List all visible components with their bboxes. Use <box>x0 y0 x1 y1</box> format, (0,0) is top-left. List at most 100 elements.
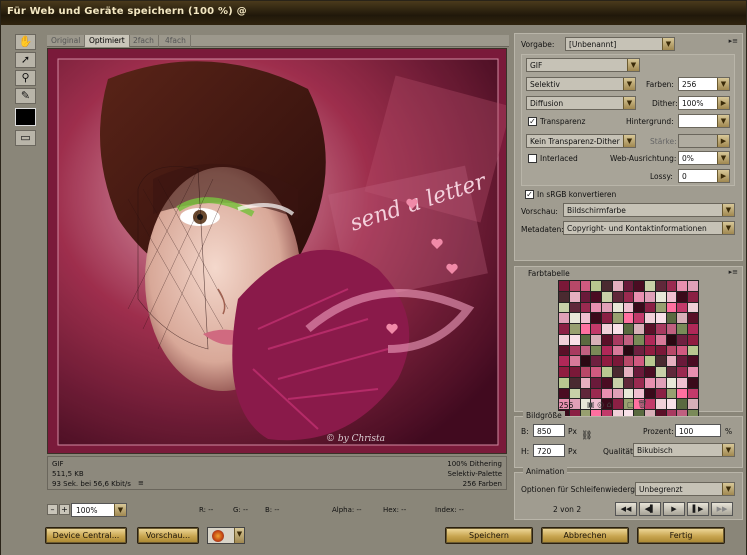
color-swatch[interactable] <box>591 345 602 356</box>
color-swatch[interactable] <box>580 356 591 367</box>
color-swatch[interactable] <box>655 399 666 410</box>
loop-select[interactable]: Unbegrenzt ▼ <box>635 482 735 496</box>
last-frame-icon[interactable]: ▶▶ <box>711 502 733 516</box>
color-swatch[interactable] <box>612 388 623 399</box>
color-swatch[interactable] <box>612 377 623 388</box>
color-swatch[interactable] <box>623 281 634 291</box>
color-swatch[interactable] <box>677 367 688 377</box>
color-swatch[interactable] <box>591 334 602 345</box>
color-swatch[interactable] <box>602 324 612 334</box>
color-swatch[interactable] <box>645 313 655 324</box>
color-swatch[interactable] <box>602 345 612 356</box>
color-swatch[interactable] <box>612 281 623 291</box>
percent-field[interactable]: 100 <box>675 424 721 437</box>
color-swatch[interactable] <box>623 302 634 313</box>
color-swatch[interactable] <box>677 302 688 313</box>
color-swatch[interactable] <box>655 313 666 324</box>
color-swatch[interactable] <box>612 334 623 345</box>
color-swatch[interactable] <box>559 388 569 399</box>
color-swatch[interactable] <box>666 377 677 388</box>
color-swatch[interactable] <box>688 334 698 345</box>
color-swatch[interactable] <box>688 356 698 367</box>
color-swatch[interactable] <box>559 367 569 377</box>
color-swatch[interactable] <box>623 291 634 302</box>
color-swatch[interactable] <box>666 302 677 313</box>
color-swatch[interactable] <box>655 367 666 377</box>
zoom-tool-icon[interactable]: ⚲ <box>15 70 36 86</box>
color-swatch[interactable] <box>688 367 698 377</box>
link-proportions-icon[interactable]: ⛓ <box>581 431 592 441</box>
color-swatch[interactable] <box>688 313 698 324</box>
color-swatch[interactable] <box>569 281 580 291</box>
color-swatch[interactable] <box>602 313 612 324</box>
color-swatch[interactable] <box>634 334 645 345</box>
color-swatch[interactable] <box>612 324 623 334</box>
color-swatch[interactable] <box>580 345 591 356</box>
color-swatch[interactable] <box>623 377 634 388</box>
play-icon[interactable]: ▶ <box>663 502 685 516</box>
matte-select[interactable]: ▼ <box>678 114 730 128</box>
color-swatch[interactable] <box>591 377 602 388</box>
color-swatch[interactable] <box>559 302 569 313</box>
color-table-menu-icon[interactable]: ▸≡ <box>729 268 738 276</box>
color-swatch[interactable] <box>677 313 688 324</box>
quality-select[interactable]: Bikubisch ▼ <box>633 443 735 457</box>
color-swatch[interactable] <box>602 367 612 377</box>
color-swatch[interactable] <box>645 345 655 356</box>
color-swatch[interactable] <box>634 291 645 302</box>
color-swatch[interactable] <box>666 324 677 334</box>
optimize-menu-icon[interactable]: ▸≡ <box>729 37 738 45</box>
interlaced-checkbox[interactable] <box>528 154 537 163</box>
color-swatch[interactable] <box>645 356 655 367</box>
color-swatch[interactable] <box>559 345 569 356</box>
color-swatch[interactable] <box>655 334 666 345</box>
color-swatch[interactable] <box>569 324 580 334</box>
color-swatch[interactable] <box>655 345 666 356</box>
color-swatch[interactable] <box>559 334 569 345</box>
color-swatch[interactable] <box>623 388 634 399</box>
color-swatch[interactable] <box>677 399 688 410</box>
color-swatch[interactable] <box>634 345 645 356</box>
color-swatch[interactable] <box>688 388 698 399</box>
color-swatch[interactable] <box>623 324 634 334</box>
width-field[interactable]: 850 <box>533 424 565 437</box>
color-swatch[interactable] <box>612 302 623 313</box>
color-swatch[interactable] <box>677 334 688 345</box>
color-swatch[interactable] <box>634 313 645 324</box>
color-swatch[interactable] <box>677 377 688 388</box>
reduction-select[interactable]: Selektiv ▼ <box>526 77 636 91</box>
color-swatch[interactable] <box>677 281 688 291</box>
color-swatch[interactable] <box>623 313 634 324</box>
color-swatch[interactable] <box>634 356 645 367</box>
color-swatch[interactable] <box>666 291 677 302</box>
color-swatch[interactable] <box>569 388 580 399</box>
color-swatch[interactable] <box>666 388 677 399</box>
transparency-dither-select[interactable]: Kein Transparenz-Dither ▼ <box>526 134 636 148</box>
color-swatch[interactable] <box>569 345 580 356</box>
zoom-select[interactable]: 100% ▼ <box>71 503 127 517</box>
color-swatch[interactable] <box>569 377 580 388</box>
color-swatch[interactable] <box>559 377 569 388</box>
dither-algorithm-select[interactable]: Diffusion ▼ <box>526 96 636 110</box>
color-swatch[interactable] <box>655 377 666 388</box>
color-swatch[interactable] <box>677 356 688 367</box>
color-swatch[interactable] <box>666 281 677 291</box>
tab-optimized[interactable]: Optimiert <box>85 35 130 47</box>
color-swatch[interactable] <box>580 302 591 313</box>
color-swatch[interactable] <box>580 367 591 377</box>
color-swatch[interactable] <box>559 356 569 367</box>
color-swatch[interactable] <box>591 291 602 302</box>
color-swatch[interactable] <box>569 313 580 324</box>
done-button[interactable]: Fertig <box>637 527 725 544</box>
color-swatch[interactable] <box>623 356 634 367</box>
color-swatch[interactable] <box>645 334 655 345</box>
color-swatch[interactable] <box>655 281 666 291</box>
color-swatch[interactable] <box>688 324 698 334</box>
color-swatch[interactable] <box>634 324 645 334</box>
transparency-checkbox[interactable]: ✓ <box>528 117 537 126</box>
color-swatch[interactable] <box>580 291 591 302</box>
color-swatch[interactable] <box>677 291 688 302</box>
color-swatch[interactable] <box>612 313 623 324</box>
color-swatch[interactable] <box>666 345 677 356</box>
color-swatch[interactable] <box>645 291 655 302</box>
